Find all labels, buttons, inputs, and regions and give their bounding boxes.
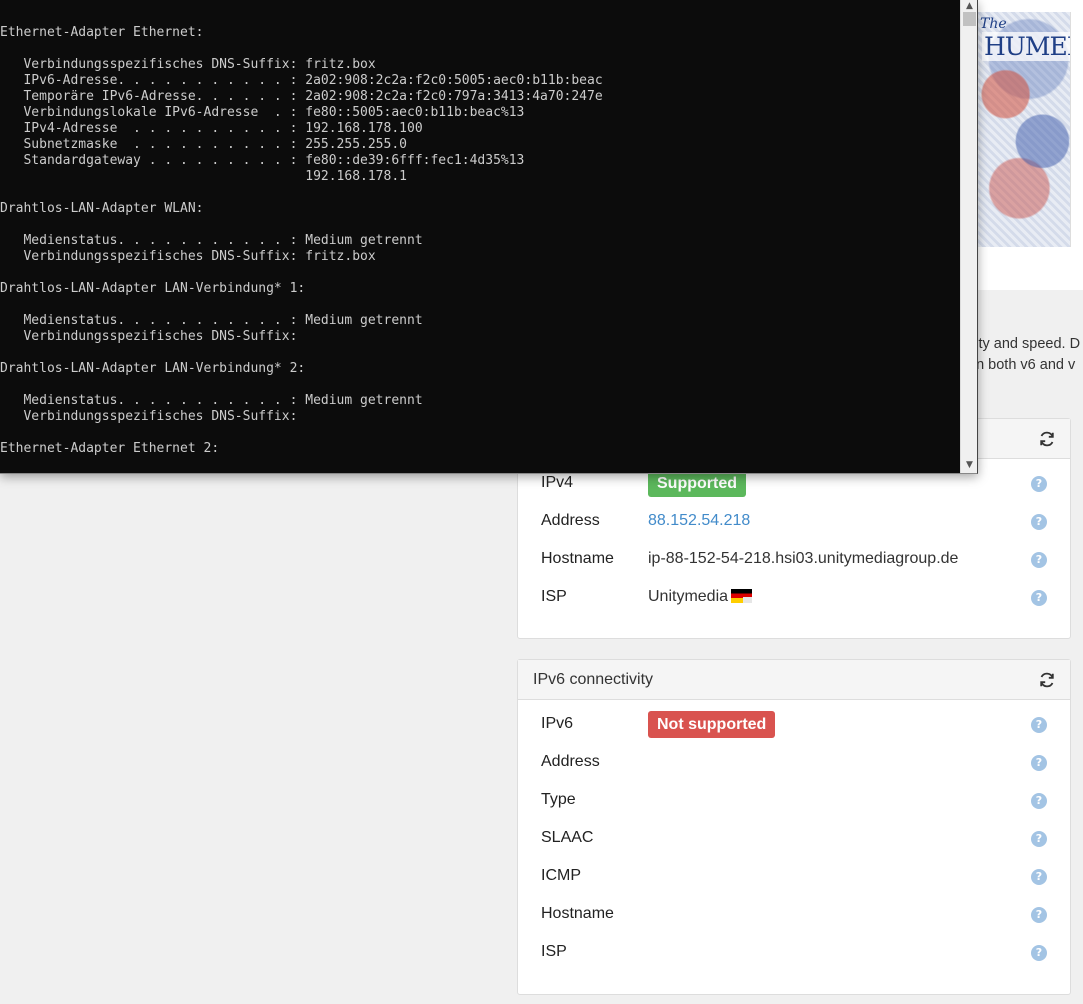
- scroll-thumb[interactable]: [963, 12, 976, 26]
- isp-value: Unitymedia: [648, 588, 753, 606]
- slaac-row: SLAAC ?: [518, 820, 1070, 858]
- terminal-line: Temporäre IPv6-Adresse. . . . . . : 2a02…: [0, 89, 603, 104]
- terminal-line: Ethernet-Adapter Ethernet:: [0, 25, 204, 40]
- terminal-window[interactable]: Ethernet-Adapter Ethernet: Verbindungssp…: [0, 0, 978, 474]
- help-icon[interactable]: ?: [1031, 793, 1047, 809]
- ipv4-label: IPv4: [541, 474, 574, 491]
- ipv6-panel-body: IPv6 Not supported ? Address ? Type ? SL…: [518, 700, 1070, 972]
- help-icon[interactable]: ?: [1031, 831, 1047, 847]
- terminal-line: 192.168.178.1: [0, 169, 407, 184]
- terminal-line: IPv6-Adresse. . . . . . . . . . . : 2a02…: [0, 73, 603, 88]
- terminal-line: Medienstatus. . . . . . . . . . . : Medi…: [0, 233, 423, 248]
- terminal-line: Subnetzmaske . . . . . . . . . . : 255.2…: [0, 137, 407, 152]
- terminal-line: Medienstatus. . . . . . . . . . . : Medi…: [0, 313, 423, 328]
- poster-image: The HUMER: [978, 12, 1071, 247]
- hostname-value: ip-88-152-54-218.hsi03.unitymediagroup.d…: [648, 550, 959, 567]
- status-badge: Supported: [648, 470, 746, 497]
- help-icon[interactable]: ?: [1031, 869, 1047, 885]
- scrollbar[interactable]: ▲ ▼: [960, 0, 977, 473]
- isp-label: ISP: [541, 943, 567, 960]
- terminal-line: Verbindungslokale IPv6-Adresse . : fe80:…: [0, 105, 525, 120]
- panel-title: IPv6 connectivity: [533, 671, 654, 688]
- refresh-icon[interactable]: [1038, 430, 1056, 448]
- status-badge: Not supported: [648, 711, 776, 738]
- hostname-row: Hostname ?: [518, 896, 1070, 934]
- help-icon[interactable]: ?: [1031, 514, 1047, 530]
- isp-name: Unitymedia: [648, 588, 729, 605]
- help-icon[interactable]: ?: [1031, 717, 1047, 733]
- scroll-down-icon[interactable]: ▼: [961, 459, 978, 471]
- address-link[interactable]: 88.152.54.218: [648, 512, 750, 530]
- scroll-up-icon[interactable]: ▲: [961, 0, 978, 12]
- ipv6-label: IPv6: [541, 715, 574, 732]
- hostname-row: Hostname ip-88-152-54-218.hsi03.unitymed…: [518, 541, 1070, 579]
- isp-row: ISP ?: [518, 934, 1070, 972]
- poster-subtitle: The: [980, 16, 1007, 32]
- isp-row: ISP Unitymedia ?: [518, 579, 1070, 617]
- icmp-label: ICMP: [541, 867, 581, 884]
- terminal-line: Medienstatus. . . . . . . . . . . : Medi…: [0, 393, 423, 408]
- address-row: Address 88.152.54.218 ?: [518, 503, 1070, 541]
- type-row: Type ?: [518, 782, 1070, 820]
- terminal-line: Verbindungsspezifisches DNS-Suffix: frit…: [0, 249, 376, 264]
- intro-line: vity and speed. D: [968, 336, 1081, 352]
- ipv4-panel-body: IPv4 Supported ? Address 88.152.54.218 ?…: [518, 459, 1070, 617]
- terminal-line: Drahtlos-LAN-Adapter WLAN:: [0, 201, 204, 216]
- terminal-line: IPv4-Adresse . . . . . . . . . . : 192.1…: [0, 121, 423, 136]
- help-icon[interactable]: ?: [1031, 907, 1047, 923]
- icmp-row: ICMP ?: [518, 858, 1070, 896]
- type-label: Type: [541, 791, 576, 808]
- hostname-label: Hostname: [541, 550, 614, 567]
- address-row: Address ?: [518, 744, 1070, 782]
- address-label: Address: [541, 753, 600, 770]
- slaac-label: SLAAC: [541, 829, 594, 846]
- terminal-line: Verbindungsspezifisches DNS-Suffix: frit…: [0, 57, 376, 72]
- terminal-line: Verbindungsspezifisches DNS-Suffix:: [0, 329, 298, 344]
- ipv6-panel-heading: IPv6 connectivity: [518, 660, 1070, 700]
- terminal-line: Drahtlos-LAN-Adapter LAN-Verbindung* 1:: [0, 281, 306, 296]
- isp-label: ISP: [541, 588, 567, 605]
- help-icon[interactable]: ?: [1031, 476, 1047, 492]
- help-icon[interactable]: ?: [1031, 755, 1047, 771]
- terminal-line: Verbindungsspezifisches DNS-Suffix:: [0, 409, 298, 424]
- help-icon[interactable]: ?: [1031, 945, 1047, 961]
- terminal-line: Ethernet-Adapter Ethernet 2:: [0, 441, 220, 456]
- hostname-label: Hostname: [541, 905, 614, 922]
- terminal-line: Standardgateway . . . . . . . . . : fe80…: [0, 153, 525, 168]
- intro-text: vity and speed. D en both v6 and v: [968, 334, 1080, 376]
- terminal-line: Drahtlos-LAN-Adapter LAN-Verbindung* 2:: [0, 361, 306, 376]
- ipv6-panel: IPv6 connectivity IPv6 Not supported ? A…: [517, 659, 1071, 995]
- germany-flag-icon: [731, 589, 753, 603]
- address-label: Address: [541, 512, 600, 529]
- ipv6-row: IPv6 Not supported ?: [518, 706, 1070, 744]
- help-icon[interactable]: ?: [1031, 552, 1047, 568]
- terminal-output[interactable]: Ethernet-Adapter Ethernet: Verbindungssp…: [0, 0, 960, 472]
- poster-title: HUMER: [982, 32, 1070, 61]
- help-icon[interactable]: ?: [1031, 590, 1047, 606]
- refresh-icon[interactable]: [1038, 671, 1056, 689]
- intro-line: en both v6 and v: [968, 357, 1076, 373]
